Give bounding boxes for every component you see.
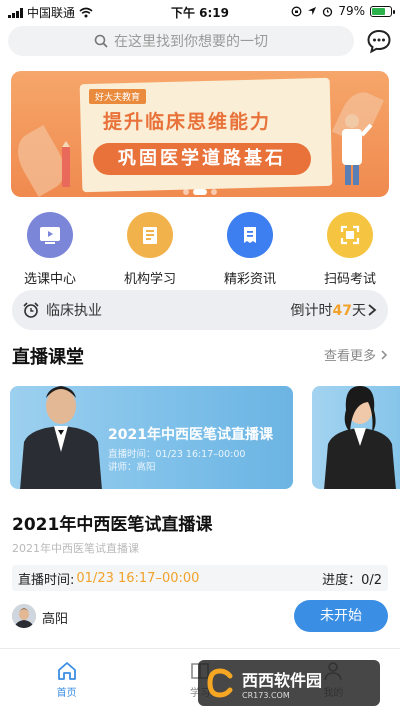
course-progress: 进度：0/2 bbox=[322, 572, 382, 588]
tab-home[interactable]: 首页 bbox=[0, 649, 133, 710]
watermark-text-group: 西西软件园 CR173.COM bbox=[242, 667, 322, 700]
location-icon bbox=[308, 7, 317, 15]
course-time-row: 直播时间: 01/23 16:17–00:00 进度：0/2 bbox=[12, 565, 388, 591]
carousel-dot[interactable] bbox=[211, 189, 217, 195]
live-card-title: 2021年中西医笔试直播课 bbox=[108, 427, 273, 443]
course-time-label: 直播时间: bbox=[18, 572, 75, 588]
quick-menu-institution-study[interactable]: 机构学习 bbox=[100, 212, 200, 287]
course-status-button[interactable]: 未开始 bbox=[294, 600, 388, 632]
pencil-illustration bbox=[62, 141, 70, 187]
exam-countdown-bar[interactable]: 临床执业 倒计时47天 bbox=[12, 290, 388, 330]
avatar[interactable] bbox=[12, 604, 36, 628]
teacher-name: 高阳 bbox=[42, 612, 69, 627]
doctor-illustration bbox=[342, 114, 373, 185]
tab-label: 首页 bbox=[56, 688, 77, 699]
carousel-dots[interactable] bbox=[11, 189, 389, 195]
watermark-text: 西西软件园 bbox=[242, 670, 323, 690]
countdown-text: 倒计时47天 bbox=[291, 300, 366, 320]
status-right: 79% bbox=[291, 4, 395, 18]
search-placeholder: 在这里找到你想要的一切 bbox=[114, 34, 268, 50]
status-bar: 中国联通 下午 6:19 79% bbox=[0, 0, 400, 22]
quick-menu-news[interactable]: 精彩资讯 bbox=[200, 212, 300, 287]
scan-icon bbox=[327, 212, 373, 258]
watermark-logo: 西西软件园 CR173.COM bbox=[198, 660, 380, 706]
play-video-icon bbox=[27, 212, 73, 258]
battery-fill bbox=[372, 7, 386, 15]
quick-menu: 选课中心 机构学习 精彩资讯 扫码考试 bbox=[0, 212, 400, 287]
rotation-lock-icon bbox=[291, 6, 302, 16]
quick-menu-label: 选课中心 bbox=[23, 272, 76, 287]
live-card-teacher: 讲师：高阳 bbox=[108, 462, 156, 473]
section-title: 直播课堂 bbox=[12, 347, 84, 368]
exam-name: 临床执业 bbox=[46, 303, 102, 319]
quick-menu-label: 精彩资讯 bbox=[223, 272, 276, 287]
watermark-sub: CR173.COM bbox=[242, 690, 290, 700]
battery-icon bbox=[370, 5, 395, 17]
avatar-image bbox=[12, 604, 36, 628]
battery-percent: 79% bbox=[338, 4, 365, 18]
banner-subheadline: 巩固医学道路基石 bbox=[93, 143, 311, 175]
alarm-icon bbox=[323, 6, 333, 17]
promo-banner[interactable]: 好大夫教育 提升临床思维能力 巩固医学道路基石 bbox=[11, 71, 389, 197]
quick-menu-course-center[interactable]: 选课中心 bbox=[0, 212, 100, 287]
books-icon bbox=[127, 212, 173, 258]
countdown-prefix: 倒计时 bbox=[290, 303, 333, 319]
banner-tag: 好大夫教育 bbox=[89, 89, 147, 104]
live-card-time: 直播时间：01/23 16:17–00:00 bbox=[108, 449, 246, 460]
countdown-unit: 天 bbox=[352, 303, 366, 319]
live-course-card-next[interactable] bbox=[312, 386, 400, 489]
banner-headline: 提升临床思维能力 bbox=[103, 111, 272, 133]
alarm-clock-icon bbox=[23, 302, 39, 318]
quick-menu-label: 机构学习 bbox=[123, 272, 176, 287]
teacher-photo bbox=[324, 386, 396, 489]
see-more-link[interactable]: 查看更多 bbox=[324, 345, 388, 364]
countdown-days: 47 bbox=[332, 303, 352, 319]
watermark-c-icon bbox=[207, 668, 233, 698]
carousel-dot[interactable] bbox=[183, 189, 189, 195]
quick-menu-label: 扫码考试 bbox=[323, 272, 376, 287]
live-course-card[interactable]: 2021年中西医笔试直播课 直播时间：01/23 16:17–00:00 讲师：… bbox=[10, 386, 293, 489]
see-more-label: 查看更多 bbox=[323, 349, 376, 364]
course-time-value: 01/23 16:17–00:00 bbox=[76, 570, 200, 586]
search-input[interactable]: 在这里找到你想要的一切 bbox=[8, 26, 354, 56]
home-icon bbox=[57, 662, 76, 680]
chevron-right-icon bbox=[381, 349, 388, 360]
news-icon bbox=[227, 212, 273, 258]
course-title[interactable]: 2021年中西医笔试直播课 bbox=[12, 510, 212, 535]
quick-menu-scan-exam[interactable]: 扫码考试 bbox=[300, 212, 400, 287]
message-icon[interactable] bbox=[366, 28, 392, 54]
course-subtitle: 2021年中西医笔试直播课 bbox=[12, 542, 139, 555]
teacher-photo bbox=[20, 386, 102, 489]
search-icon bbox=[94, 34, 108, 48]
carousel-dot[interactable] bbox=[193, 189, 207, 195]
chevron-right-icon bbox=[368, 304, 377, 316]
